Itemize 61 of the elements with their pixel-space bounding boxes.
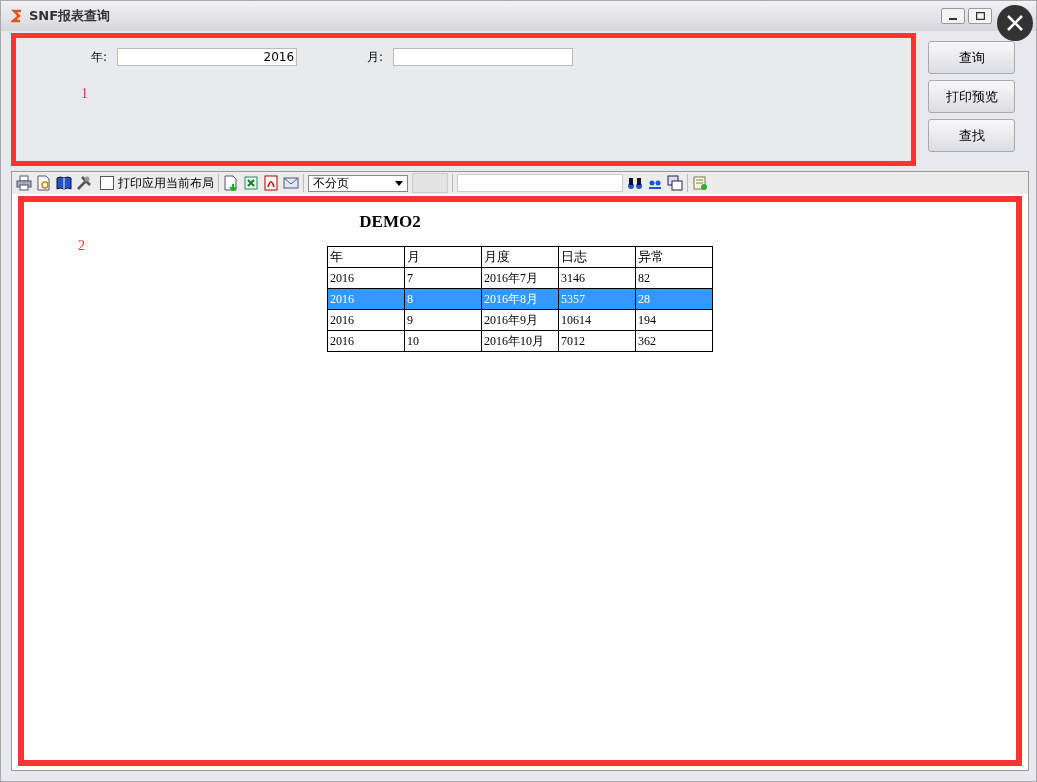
action-button[interactable]: 查询	[928, 41, 1015, 74]
window-list-icon[interactable]	[667, 175, 683, 191]
maximize-icon	[975, 12, 985, 20]
pdf-icon[interactable]	[263, 175, 279, 191]
table-cell: 8	[404, 288, 482, 310]
checkbox-label: 打印应用当前布局	[118, 174, 214, 192]
table-cell: 2016年8月	[481, 288, 559, 310]
annotation-number: 1	[81, 86, 88, 102]
table-cell: 194	[635, 309, 713, 331]
table-cell: 82	[635, 267, 713, 289]
tools-icon[interactable]	[76, 175, 92, 191]
year-label: 年:	[91, 48, 108, 66]
table-cell: 10	[404, 330, 482, 352]
year-field[interactable]: 2016	[117, 48, 298, 66]
table-cell: 2016年7月	[481, 267, 559, 289]
table-cell: 3146	[558, 267, 636, 289]
table-cell: 2016年10月	[481, 330, 559, 352]
book-icon[interactable]	[56, 175, 72, 191]
export-icon[interactable]	[223, 175, 239, 191]
minimize-button[interactable]	[941, 8, 965, 24]
table-cell: 2016	[327, 288, 405, 310]
action-button[interactable]: 查找	[928, 119, 1015, 152]
column-header: 月	[404, 246, 482, 268]
column-header: 日志	[558, 246, 636, 268]
close-button[interactable]	[997, 5, 1033, 41]
caret-icon	[395, 180, 403, 186]
table-cell: 2016年9月	[481, 309, 559, 331]
binoculars-icon[interactable]	[627, 175, 643, 191]
table-row[interactable]: 2016 7 2016年7月 3146 82	[327, 267, 713, 289]
spreadsheet-icon[interactable]	[243, 175, 259, 191]
mail-icon[interactable]	[283, 175, 299, 191]
logo-icon	[11, 9, 23, 23]
column-header: 异常	[635, 246, 713, 268]
table-row[interactable]: 2016 9 2016年9月 10614 194	[327, 309, 713, 331]
column-header: 年	[327, 246, 405, 268]
table-cell: 10614	[558, 309, 636, 331]
table-row[interactable]: 2016 10 2016年10月 7012 362	[327, 330, 713, 352]
month-label: 月:	[367, 48, 384, 66]
window-title: SNF报表查询	[29, 7, 112, 25]
table-cell: 2016	[327, 330, 405, 352]
maximize-button[interactable]	[968, 8, 992, 24]
close-icon	[1006, 14, 1024, 32]
month-field[interactable]	[393, 48, 574, 66]
action-button[interactable]: 打印预览	[928, 80, 1015, 113]
report-title: DEMO2	[359, 212, 421, 232]
table-cell: 5357	[558, 288, 636, 310]
table-cell: 9	[404, 309, 482, 331]
table-cell: 7	[404, 267, 482, 289]
table-cell: 2016	[327, 309, 405, 331]
layout-checkbox[interactable]	[100, 176, 114, 190]
preview-icon[interactable]	[36, 175, 52, 191]
printer-icon[interactable]	[16, 175, 32, 191]
table-cell: 362	[635, 330, 713, 352]
search-field[interactable]	[457, 174, 623, 192]
page-number-field[interactable]	[412, 173, 448, 193]
table-cell: 28	[635, 288, 713, 310]
annotation-number: 2	[78, 238, 85, 254]
table-cell: 2016	[327, 267, 405, 289]
paging-dropdown[interactable]: 不分页	[308, 174, 408, 192]
table-cell: 7012	[558, 330, 636, 352]
column-header: 月度	[481, 246, 559, 268]
